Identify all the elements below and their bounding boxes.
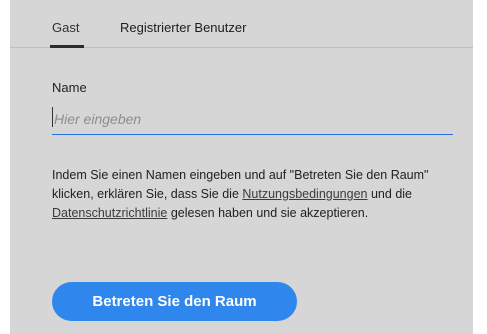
enter-room-button[interactable]: Betreten Sie den Raum (52, 282, 297, 321)
terms-of-use-link[interactable]: Nutzungsbedingungen (242, 187, 367, 201)
terms-text-part2: und die (370, 187, 412, 201)
terms-text-part3: gelesen haben und sie akzeptieren. (170, 206, 369, 220)
privacy-policy-link[interactable]: Datenschutzrichtlinie (52, 206, 167, 220)
login-tabs: Gast Registrierter Benutzer (10, 0, 473, 48)
tab-registered-user[interactable]: Registrierter Benutzer (120, 20, 246, 35)
name-input[interactable] (52, 103, 453, 135)
tab-guest[interactable]: Gast (52, 20, 79, 35)
name-field-label: Name (52, 80, 87, 95)
active-tab-indicator (50, 45, 84, 48)
text-caret (52, 107, 53, 127)
guest-login-panel: Gast Registrierter Benutzer Name Indem S… (10, 0, 473, 334)
terms-notice: Indem Sie einen Namen eingeben und auf "… (52, 166, 462, 223)
